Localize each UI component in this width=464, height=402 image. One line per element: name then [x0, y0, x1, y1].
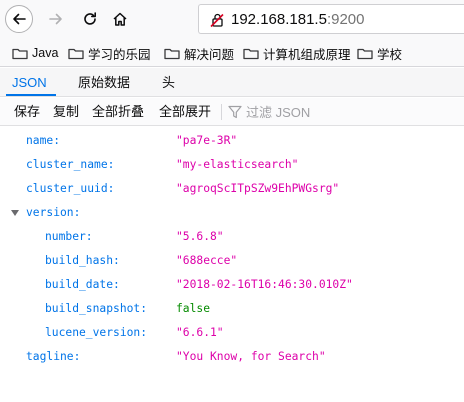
bookmark-java[interactable]: Java: [12, 44, 58, 62]
tab-json[interactable]: JSON: [12, 68, 47, 97]
collapse-all-button[interactable]: 全部折叠: [92, 98, 144, 126]
json-tree: name: "pa7e-3R" cluster_name: "my-elasti…: [0, 127, 464, 402]
twisty-expanded-icon[interactable]: [11, 210, 19, 216]
folder-icon: [164, 48, 180, 59]
forward-button[interactable]: [42, 5, 70, 33]
json-string-value: "You Know, for Search": [176, 350, 326, 363]
json-key: build_date:: [45, 278, 120, 291]
json-key: lucene_version:: [45, 326, 148, 339]
navigation-bar: 192.168.181.5:9200: [0, 0, 464, 38]
home-button[interactable]: [106, 5, 134, 33]
copy-button[interactable]: 复制: [53, 98, 79, 126]
toolbar-divider: [221, 104, 222, 120]
json-row-build-date[interactable]: build_date: "2018-02-16T16:46:30.010Z": [0, 273, 464, 297]
json-row-number[interactable]: number: "5.6.8": [0, 225, 464, 249]
json-toolbar: 保存 复制 全部折叠 全部展开: [0, 98, 464, 126]
json-string-value: "agroqScITpSZw9EhPWGsrg": [176, 182, 340, 195]
filter-icon: [228, 105, 242, 119]
folder-icon: [12, 48, 28, 59]
json-row-name[interactable]: name: "pa7e-3R": [0, 129, 464, 153]
filter-json-input[interactable]: [246, 102, 446, 122]
json-key: build_snapshot:: [45, 302, 148, 315]
bookmark-label: 学校: [377, 47, 403, 62]
expand-all-button[interactable]: 全部展开: [159, 98, 211, 126]
bookmark-study[interactable]: 学习的乐园: [68, 44, 151, 62]
selected-tab-indicator: [6, 94, 56, 96]
forward-arrow-icon: [49, 13, 62, 25]
folder-icon: [243, 48, 259, 59]
viewer-tab-bar: JSON 原始数据 头: [0, 68, 464, 97]
back-arrow-icon: [13, 13, 26, 25]
json-string-value: "5.6.8": [176, 230, 224, 243]
json-key: number:: [45, 230, 93, 243]
json-key: cluster_uuid:: [26, 182, 115, 195]
json-row-build-snapshot[interactable]: build_snapshot: false: [0, 297, 464, 321]
json-row-build-hash[interactable]: build_hash: "688ecce": [0, 249, 464, 273]
folder-icon: [357, 48, 373, 59]
json-row-cluster-name[interactable]: cluster_name: "my-elasticsearch": [0, 153, 464, 177]
json-string-value: "pa7e-3R": [176, 134, 238, 147]
reload-icon: [84, 12, 96, 25]
json-row-cluster-uuid[interactable]: cluster_uuid: "agroqScITpSZw9EhPWGsrg": [0, 177, 464, 201]
json-row-tagline[interactable]: tagline: "You Know, for Search": [0, 345, 464, 369]
json-string-value: "688ecce": [176, 254, 238, 267]
bookmark-label: 学习的乐园: [88, 47, 151, 62]
url-bar[interactable]: 192.168.181.5:9200: [198, 4, 464, 34]
json-string-value: "2018-02-16T16:46:30.010Z": [176, 278, 353, 291]
insecure-connection-icon[interactable]: [209, 12, 225, 28]
url-text[interactable]: 192.168.181.5:9200: [231, 11, 364, 28]
json-key: version:: [26, 206, 81, 219]
json-string-value: "my-elasticsearch": [176, 158, 299, 171]
json-row-version[interactable]: version:: [0, 201, 464, 225]
bookmarks-toolbar: Java 学习的乐园 解决问题 计算机组成原理 学校: [0, 38, 464, 67]
url-port: :9200: [326, 11, 365, 28]
tab-raw-data[interactable]: 原始数据: [78, 68, 130, 97]
reload-button[interactable]: [76, 5, 104, 33]
json-key: tagline:: [26, 350, 81, 363]
json-key: build_hash:: [45, 254, 120, 267]
json-key: name:: [26, 134, 61, 147]
folder-icon: [68, 48, 84, 59]
bookmark-computer-organization[interactable]: 计算机组成原理: [243, 44, 351, 62]
json-row-lucene-version[interactable]: lucene_version: "6.6.1": [0, 321, 464, 345]
back-button[interactable]: [5, 5, 33, 33]
save-button[interactable]: 保存: [14, 98, 40, 126]
bookmark-label: 解决问题: [184, 47, 235, 62]
bookmark-school[interactable]: 学校: [357, 44, 402, 62]
bookmark-solve-problems[interactable]: 解决问题: [164, 44, 234, 62]
json-string-value: "6.6.1": [176, 326, 224, 339]
home-icon: [113, 12, 127, 26]
json-key: cluster_name:: [26, 158, 115, 171]
tab-headers[interactable]: 头: [162, 68, 175, 97]
json-boolean-value: false: [176, 302, 211, 315]
url-host: 192.168.181.5: [231, 11, 327, 28]
bookmark-label: Java: [32, 46, 59, 60]
bookmark-label: 计算机组成原理: [263, 47, 351, 62]
